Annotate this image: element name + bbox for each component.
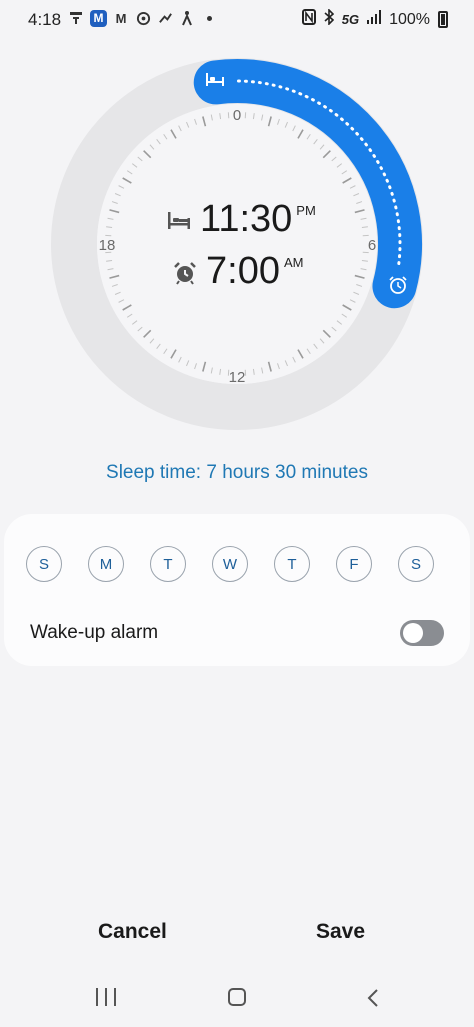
sync-icon [135, 9, 151, 27]
wake-ampm: AM [283, 255, 304, 270]
wake-time-display[interactable]: 7:00 AM [172, 252, 303, 290]
battery-percent: 100% [389, 10, 430, 28]
recent-apps-icon[interactable] [96, 988, 116, 1006]
gmail-icon: M [115, 10, 127, 26]
dial-label-18: 18 [99, 237, 116, 254]
more-notifications-dot [207, 15, 212, 21]
wake-alarm-label: Wake-up alarm [30, 622, 159, 643]
battery-icon [438, 11, 448, 28]
dial-label-12: 12 [229, 369, 246, 386]
bedtime-ampm: PM [296, 203, 316, 218]
day-wednesday[interactable]: W [212, 546, 248, 582]
day-friday[interactable]: F [336, 546, 372, 582]
bed-icon [168, 212, 190, 229]
settings-card: S M T W T F S Wake-up alarm [4, 514, 470, 666]
nfc-icon [301, 9, 316, 30]
status-system-icons: 5G 100% [301, 8, 448, 30]
status-notification-icons: M M [68, 9, 212, 27]
day-sunday[interactable]: S [26, 546, 62, 582]
wake-time: 7:00 [206, 250, 280, 292]
dial-label-6: 6 [368, 237, 376, 254]
day-thursday[interactable]: T [274, 546, 310, 582]
network-type: 5G [341, 12, 360, 27]
sleep-duration: Sleep time: 7 hours 30 minutes [106, 462, 368, 483]
signal-icon [367, 10, 382, 29]
save-button[interactable]: Save [316, 920, 365, 944]
day-monday[interactable]: M [88, 546, 124, 582]
wake-alarm-toggle[interactable] [400, 620, 444, 646]
bedtime-display[interactable]: 11:30 PM [166, 200, 316, 238]
bedtime-time: 11:30 [200, 198, 293, 240]
day-saturday[interactable]: S [398, 546, 434, 582]
dial-face [97, 104, 377, 384]
home-icon[interactable] [228, 988, 246, 1006]
navigation-bar [0, 978, 474, 1018]
share-icon [157, 9, 173, 27]
status-time: 4:18 [28, 10, 62, 29]
m-app-icon: M [90, 9, 107, 27]
back-icon[interactable] [366, 988, 380, 1008]
cancel-button[interactable]: Cancel [98, 920, 167, 944]
status-bar: 4:18 M M 5G 100% [0, 0, 474, 40]
bluetooth-icon [324, 8, 334, 30]
alarm-clock-icon [174, 262, 196, 285]
day-tuesday[interactable]: T [150, 546, 186, 582]
dial-label-0: 0 [233, 107, 241, 124]
accessibility-icon [179, 9, 195, 27]
notification-icon [68, 9, 84, 27]
repeat-days: S M T W T F S [26, 546, 434, 582]
